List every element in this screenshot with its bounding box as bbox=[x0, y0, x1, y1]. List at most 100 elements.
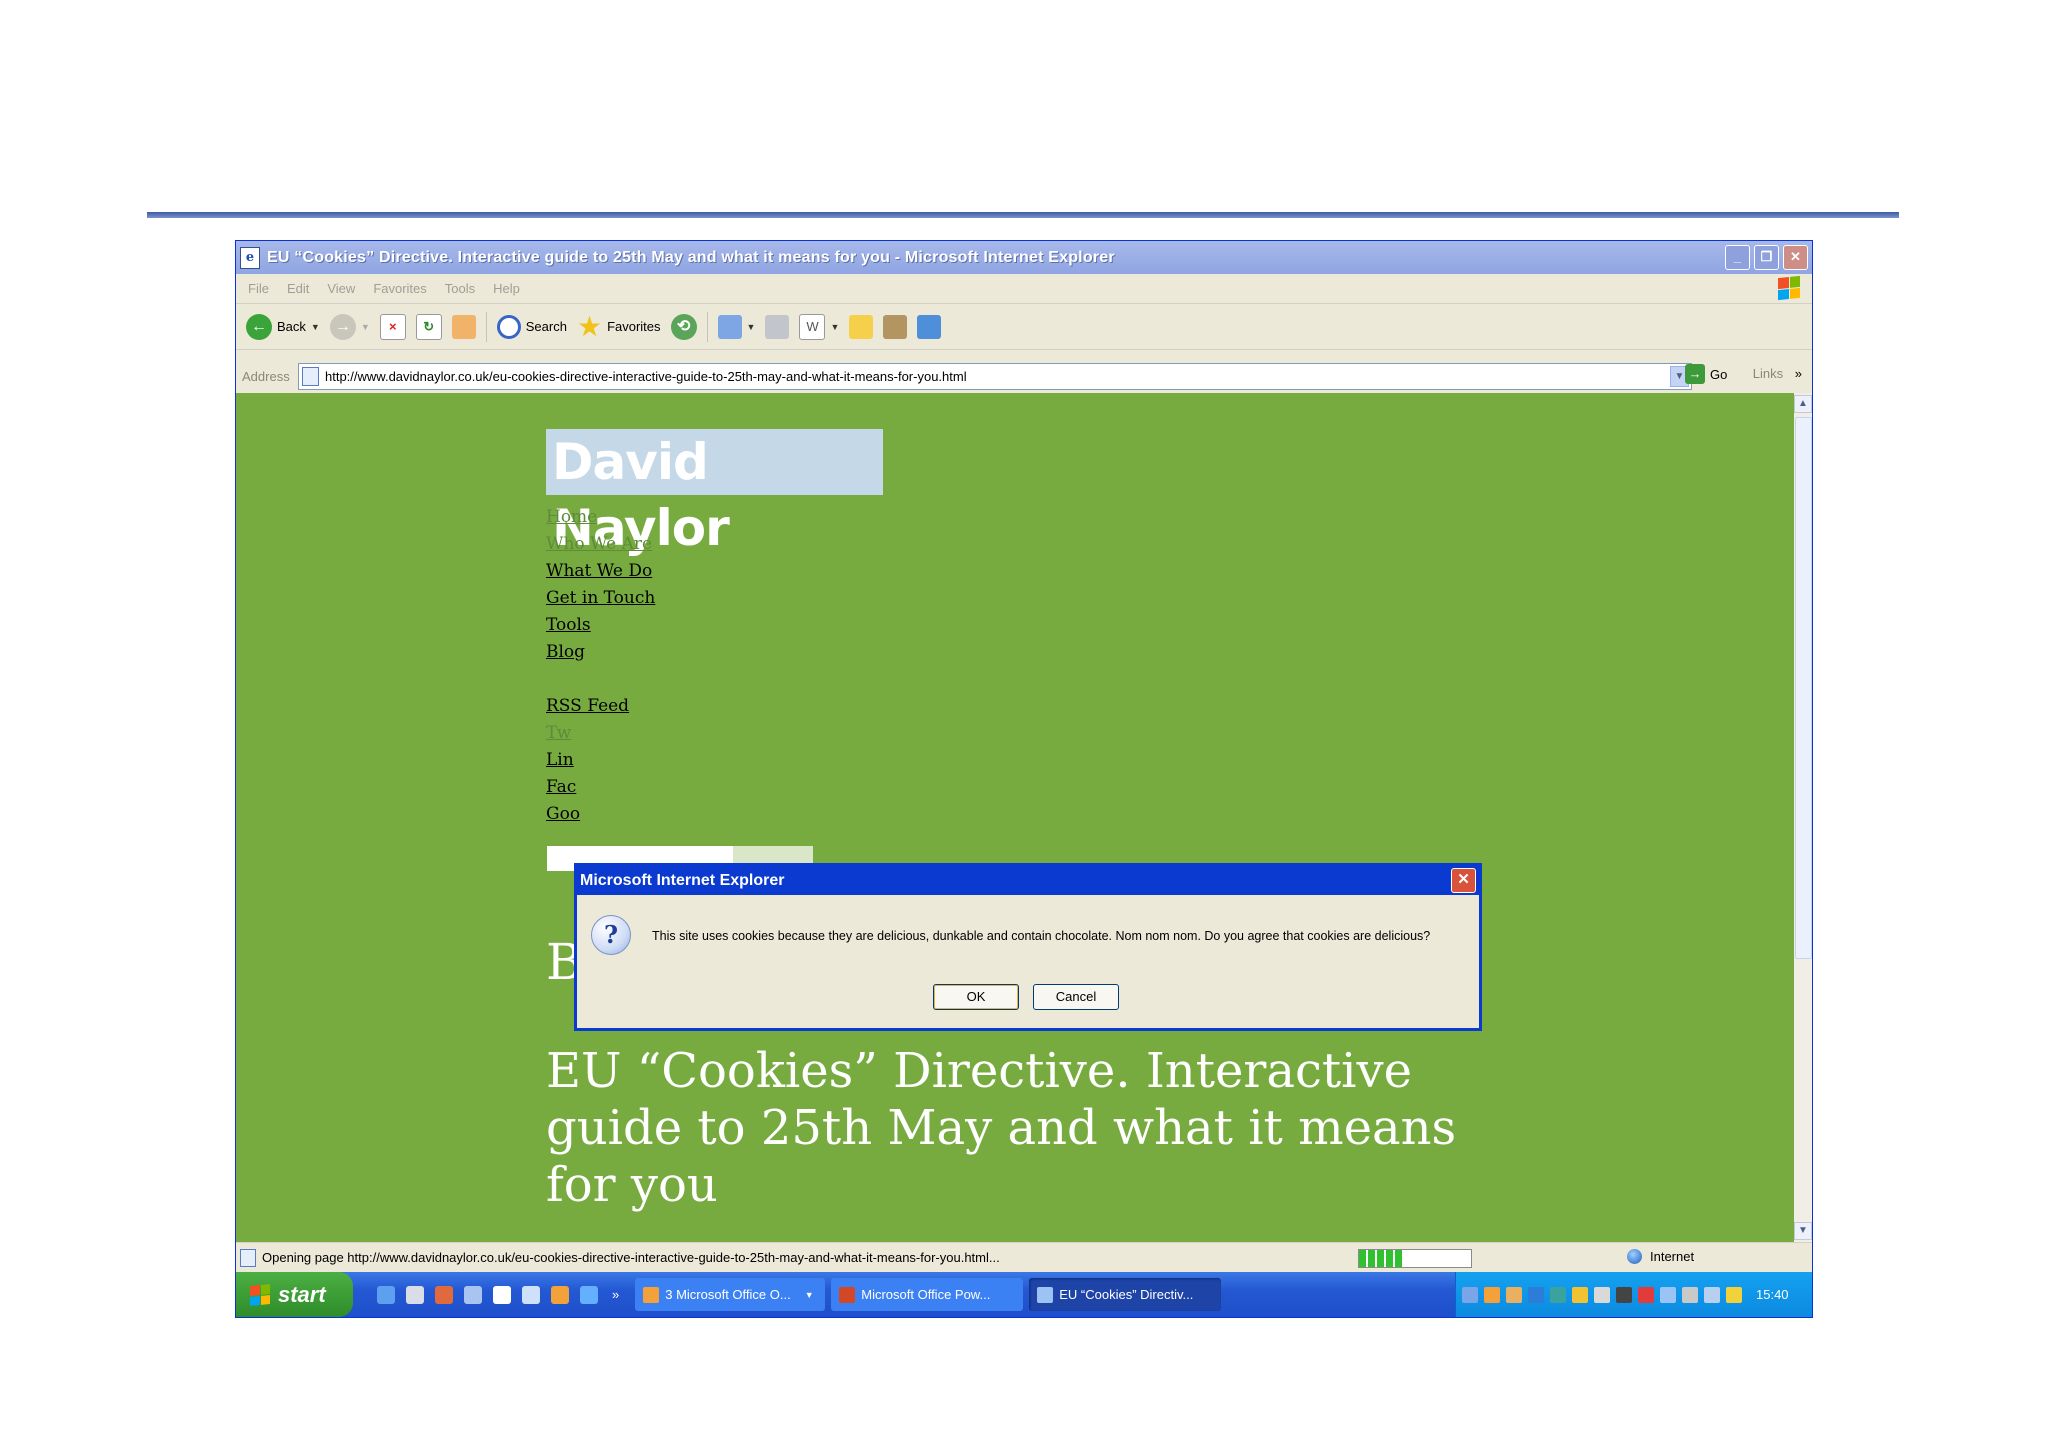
stop-icon: × bbox=[379, 313, 406, 340]
page-icon bbox=[302, 367, 319, 386]
status-page-icon bbox=[240, 1248, 256, 1267]
display-tray-icon[interactable] bbox=[1528, 1286, 1544, 1303]
link-linkedin[interactable]: Lin bbox=[546, 747, 655, 774]
progress-fill bbox=[1359, 1250, 1404, 1267]
task-ie-label: EU “Cookies” Directiv... bbox=[1059, 1287, 1194, 1302]
vertical-scrollbar[interactable]: ▲ ▼ bbox=[1794, 393, 1812, 1242]
start-button[interactable]: start bbox=[236, 1272, 353, 1317]
menu-tools[interactable]: Tools bbox=[445, 281, 475, 296]
go-button[interactable]: → Go bbox=[1685, 364, 1727, 384]
quick-launch bbox=[377, 1285, 598, 1304]
media-quicklaunch-icon[interactable] bbox=[464, 1285, 482, 1304]
browser-quicklaunch-icon[interactable] bbox=[580, 1285, 598, 1304]
research-button[interactable] bbox=[883, 314, 908, 339]
site-logo[interactable]: David Naylor bbox=[546, 429, 883, 557]
messenger-button[interactable] bbox=[917, 314, 942, 339]
zone-label: Internet bbox=[1650, 1249, 1695, 1264]
menu-view[interactable]: View bbox=[327, 281, 355, 296]
back-button[interactable]: ← Back ▼ bbox=[246, 313, 320, 340]
ie-quicklaunch-icon[interactable] bbox=[377, 1285, 395, 1304]
menu-edit[interactable]: Edit bbox=[287, 281, 309, 296]
scroll-down-icon[interactable]: ▼ bbox=[1794, 1222, 1812, 1240]
status-text: Opening page http://www.davidnaylor.co.u… bbox=[262, 1250, 1000, 1265]
address-url[interactable]: http://www.davidnaylor.co.uk/eu-cookies-… bbox=[325, 369, 967, 384]
search-button[interactable]: Search bbox=[496, 314, 567, 339]
explorer-quicklaunch-icon[interactable] bbox=[406, 1285, 424, 1304]
task-outlook[interactable]: 3 Microsoft Office O... ▼ bbox=[635, 1278, 826, 1311]
restore-button[interactable]: ❐ bbox=[1754, 245, 1779, 270]
discuss-button[interactable] bbox=[849, 314, 874, 339]
link-google[interactable]: Goo bbox=[546, 801, 655, 828]
edit-dropdown-icon[interactable]: ▼ bbox=[830, 322, 839, 332]
forward-button[interactable]: → ▼ bbox=[329, 313, 370, 340]
history-button[interactable]: ⟲ bbox=[670, 313, 697, 340]
task-internet-explorer[interactable]: EU “Cookies” Directiv... bbox=[1029, 1278, 1222, 1311]
link-twitter[interactable]: Tw bbox=[546, 720, 655, 747]
edit-button[interactable]: W ▼ bbox=[799, 313, 839, 340]
nav-who-we-are[interactable]: Who We Are bbox=[546, 531, 655, 558]
ie-page-icon: e bbox=[240, 246, 260, 269]
speaker-tray-icon[interactable] bbox=[1616, 1286, 1632, 1303]
app-quicklaunch-icon[interactable] bbox=[435, 1285, 453, 1304]
note-icon bbox=[849, 314, 874, 339]
question-icon: ? bbox=[591, 915, 631, 955]
nav-home[interactable]: Home bbox=[546, 504, 655, 531]
cookie-confirm-dialog: Microsoft Internet Explorer ✕ ? This sit… bbox=[574, 863, 1482, 1031]
window-tray-icon[interactable] bbox=[1660, 1286, 1676, 1303]
minimize-button[interactable]: _ bbox=[1725, 245, 1750, 270]
nav-blog[interactable]: Blog bbox=[546, 639, 655, 666]
links-toolbar[interactable]: Links » bbox=[1753, 366, 1802, 381]
stop-button[interactable]: × bbox=[379, 313, 406, 340]
ok-button[interactable]: OK bbox=[933, 984, 1019, 1010]
refresh-button[interactable]: ↻ bbox=[415, 313, 442, 340]
menu-help[interactable]: Help bbox=[493, 281, 520, 296]
device-tray-icon[interactable] bbox=[1682, 1286, 1698, 1303]
monitor-tray-icon[interactable] bbox=[1550, 1286, 1566, 1303]
printer-tray-icon[interactable] bbox=[1594, 1286, 1610, 1303]
outlook-quicklaunch-icon[interactable] bbox=[551, 1285, 569, 1304]
mail-dropdown-icon[interactable]: ▼ bbox=[747, 322, 756, 332]
links-more-icon[interactable]: » bbox=[1795, 366, 1802, 381]
menu-file[interactable]: File bbox=[248, 281, 269, 296]
scroll-thumb[interactable] bbox=[1795, 417, 1812, 959]
connection-tray-icon[interactable] bbox=[1704, 1286, 1720, 1303]
nav-what-we-do[interactable]: What We Do bbox=[546, 558, 655, 585]
network-tray-icon[interactable] bbox=[1462, 1286, 1478, 1303]
scroll-up-icon[interactable]: ▲ bbox=[1794, 395, 1812, 413]
nav-gap bbox=[546, 666, 655, 693]
doc-quicklaunch-icon[interactable] bbox=[522, 1285, 540, 1304]
close-window-button[interactable]: ✕ bbox=[1783, 245, 1808, 270]
go-arrow-icon: → bbox=[1685, 364, 1705, 384]
link-facebook[interactable]: Fac bbox=[546, 774, 655, 801]
links-label: Links bbox=[1752, 366, 1784, 381]
nav-tools[interactable]: Tools bbox=[546, 612, 655, 639]
shield-tray-icon[interactable] bbox=[1726, 1286, 1742, 1303]
outlook-tray-icon[interactable] bbox=[1484, 1286, 1500, 1303]
cancel-button[interactable]: Cancel bbox=[1033, 984, 1119, 1010]
dialog-close-button[interactable]: ✕ bbox=[1451, 868, 1476, 893]
desktop-quicklaunch-icon[interactable] bbox=[493, 1285, 511, 1304]
menu-bar: File Edit View Favorites Tools Help bbox=[236, 274, 1812, 304]
home-button[interactable] bbox=[451, 314, 476, 339]
site-nav: Home Who We Are What We Do Get in Touch … bbox=[546, 504, 655, 828]
menu-favorites[interactable]: Favorites bbox=[373, 281, 426, 296]
address-input[interactable]: http://www.davidnaylor.co.uk/eu-cookies-… bbox=[298, 363, 1692, 390]
forward-dropdown-icon[interactable]: ▼ bbox=[361, 322, 370, 332]
task-group-dropdown-icon[interactable]: ▼ bbox=[805, 1290, 814, 1300]
antivirus-tray-icon[interactable] bbox=[1638, 1286, 1654, 1303]
title-bar[interactable]: e EU “Cookies” Directive. Interactive gu… bbox=[236, 241, 1812, 274]
back-dropdown-icon[interactable]: ▼ bbox=[311, 322, 320, 332]
print-button[interactable] bbox=[765, 314, 790, 339]
home-icon bbox=[451, 314, 476, 339]
security-zone: Internet bbox=[1627, 1249, 1694, 1264]
favorites-button[interactable]: ★ Favorites bbox=[577, 312, 661, 341]
nav-get-in-touch[interactable]: Get in Touch bbox=[546, 585, 655, 612]
window-title: EU “Cookies” Directive. Interactive guid… bbox=[267, 248, 1115, 266]
link-rss-feed[interactable]: RSS Feed bbox=[546, 693, 655, 720]
task-powerpoint[interactable]: Microsoft Office Pow... bbox=[831, 1278, 1024, 1311]
dialog-title-bar[interactable]: Microsoft Internet Explorer bbox=[577, 866, 1479, 895]
mail-button[interactable]: ▼ bbox=[717, 314, 756, 339]
quicklaunch-more-icon[interactable]: » bbox=[612, 1287, 619, 1302]
app-tray-icon[interactable] bbox=[1506, 1286, 1522, 1303]
lock-tray-icon[interactable] bbox=[1572, 1286, 1588, 1303]
